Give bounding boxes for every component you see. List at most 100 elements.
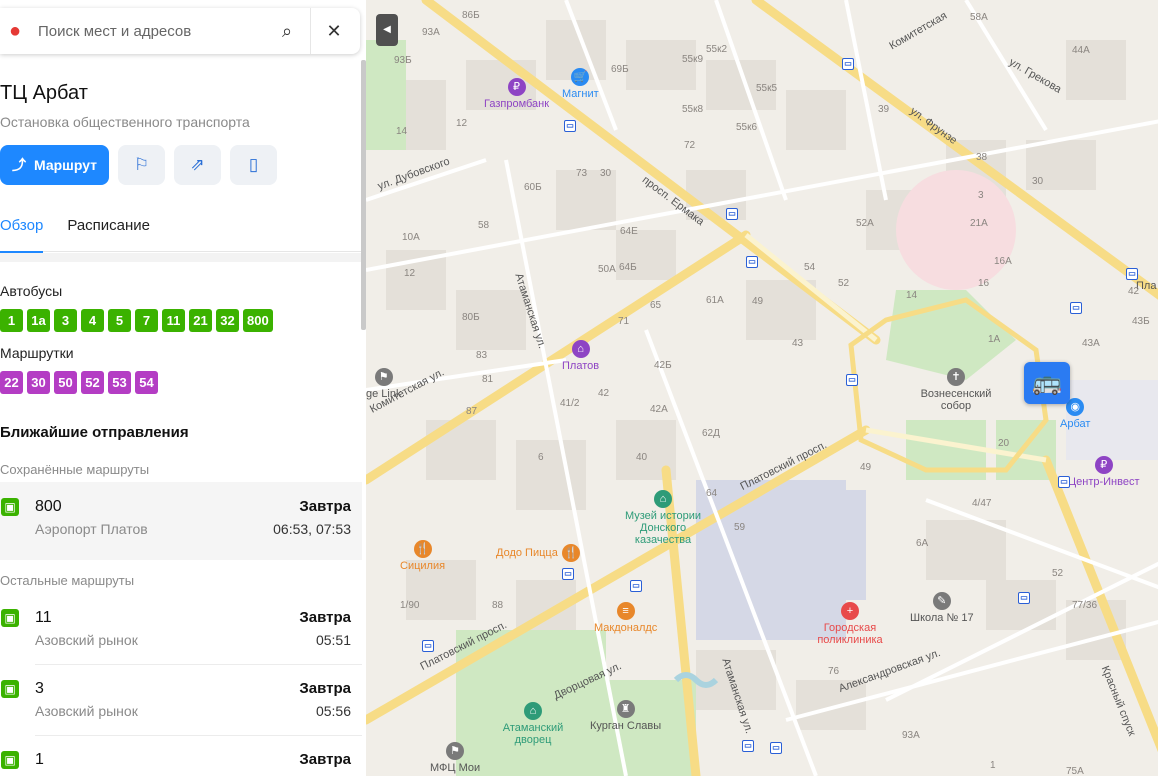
poi-museum[interactable]: ⌂ Музей истории Донского казачества bbox=[616, 490, 710, 546]
poi-centr-invest[interactable]: ₽ Центр-Инвест bbox=[1068, 456, 1140, 488]
buses-label: Автобусы bbox=[0, 283, 63, 299]
house-number: 14 bbox=[906, 290, 918, 301]
tab-overview[interactable]: Обзор bbox=[0, 214, 44, 253]
house-number: 44А bbox=[1072, 45, 1090, 56]
poi-magnit[interactable]: 🛒 Магнит bbox=[562, 68, 599, 100]
poi-sicilia[interactable]: 🍴 Сицилия bbox=[400, 540, 445, 572]
poi-platov[interactable]: ⌂ Платов bbox=[562, 340, 599, 372]
house-number: 1А bbox=[988, 334, 1001, 345]
house-number: 87 bbox=[466, 406, 478, 417]
route-chip[interactable]: 11 bbox=[162, 309, 185, 332]
poi-mfc[interactable]: ⚑ МФЦ Мои bbox=[430, 742, 480, 774]
location-pin-icon: ● bbox=[8, 19, 22, 42]
house-number: 12 bbox=[456, 118, 468, 129]
house-number: 20 bbox=[998, 438, 1010, 449]
house-number: 42Б bbox=[654, 360, 672, 371]
route-chip[interactable]: 21 bbox=[189, 309, 212, 332]
bus-stop-icon[interactable]: ▭ bbox=[746, 256, 758, 268]
departure-row[interactable]: ▣ 1 Завтра bbox=[0, 736, 362, 776]
house-number: 43А bbox=[1082, 338, 1100, 349]
route-button[interactable]: ⤴ Маршрут bbox=[0, 145, 110, 185]
poi-label: ge Link bbox=[366, 388, 402, 400]
bus-stop-icon[interactable]: ▭ bbox=[422, 640, 434, 652]
route-chip[interactable]: 7 bbox=[135, 309, 158, 332]
send-to-phone-button[interactable]: ▯ bbox=[230, 145, 278, 185]
share-button[interactable]: ⇗ bbox=[174, 145, 222, 185]
house-number: 80Б bbox=[462, 312, 480, 323]
departure-row[interactable]: ▣ 3 Азовский рынок Завтра 05:56 bbox=[0, 665, 362, 743]
poi-label: Музей истории Донского казачества bbox=[624, 510, 702, 546]
bus-stop-icon[interactable]: ▭ bbox=[846, 374, 858, 386]
section-divider bbox=[0, 253, 362, 262]
poi-label: Сицилия bbox=[400, 560, 446, 572]
route-button-label: Маршрут bbox=[34, 157, 98, 173]
bus-stop-icon[interactable]: ▭ bbox=[726, 208, 738, 220]
poi-link[interactable]: ⚑ ge Link bbox=[366, 368, 401, 400]
house-number: 55к8 bbox=[682, 104, 704, 115]
close-icon[interactable]: ✕ bbox=[319, 21, 349, 42]
bus-stop-icon[interactable]: ▭ bbox=[564, 120, 576, 132]
route-destination: Аэропорт Платов bbox=[35, 521, 148, 537]
poi-cathedral[interactable]: ✝ Вознесенский собор bbox=[916, 368, 996, 412]
poi-label: Магнит bbox=[562, 88, 599, 100]
house-number: 55к6 bbox=[736, 122, 758, 133]
bus-stop-icon[interactable]: ▭ bbox=[770, 742, 782, 754]
shop-icon: 🛒 bbox=[571, 68, 590, 86]
bus-stop-icon[interactable]: ▭ bbox=[1018, 592, 1030, 604]
bus-stop-icon[interactable]: ▭ bbox=[842, 58, 854, 70]
poi-clinic[interactable]: + Городская поликлиника bbox=[810, 602, 890, 646]
poi-label: Арбат bbox=[1060, 418, 1091, 430]
route-chip[interactable]: 5 bbox=[108, 309, 131, 332]
bus-stop-icon[interactable]: ▭ bbox=[742, 740, 754, 752]
bookmark-button[interactable]: ⚐ bbox=[118, 145, 166, 185]
search-icon[interactable]: ⌕ bbox=[272, 21, 302, 42]
selected-stop-marker-icon[interactable]: 🚌 bbox=[1024, 362, 1070, 404]
house-number: 50А bbox=[598, 264, 616, 275]
route-chip[interactable]: 800 bbox=[243, 309, 273, 332]
house-number: 49 bbox=[752, 296, 764, 307]
poi-label: Газпромбанк bbox=[484, 98, 550, 110]
house-number: 62Д bbox=[702, 428, 720, 439]
share-icon: ⇗ bbox=[190, 155, 205, 174]
poi-mcdonalds[interactable]: ≡ Макдоналдс bbox=[594, 602, 657, 634]
house-number: 30 bbox=[1032, 176, 1044, 187]
route-chip[interactable]: 54 bbox=[135, 371, 158, 394]
bus-stop-icon[interactable]: ▭ bbox=[1058, 476, 1070, 488]
route-chip[interactable]: 32 bbox=[216, 309, 239, 332]
search-input[interactable] bbox=[38, 22, 268, 40]
collapse-panel-button[interactable]: ◀ bbox=[376, 14, 398, 46]
house-number: 58А bbox=[970, 12, 988, 23]
house-number: 93А bbox=[422, 27, 440, 38]
bus-stop-icon[interactable]: ▭ bbox=[1126, 268, 1138, 280]
poi-dodo[interactable]: Додо Пицца 🍴 bbox=[496, 544, 580, 562]
route-chip[interactable]: 4 bbox=[81, 309, 104, 332]
route-chip[interactable]: 30 bbox=[27, 371, 50, 394]
search-divider bbox=[310, 8, 311, 54]
route-chip[interactable]: 22 bbox=[0, 371, 23, 394]
poi-ataman-palace[interactable]: ⌂ Атаманский дворец bbox=[498, 702, 568, 746]
church-icon: ✝ bbox=[947, 368, 965, 386]
house-number: 76 bbox=[828, 666, 840, 677]
poi-kurgan[interactable]: ♜ Курган Славы bbox=[590, 700, 661, 732]
route-chip[interactable]: 52 bbox=[81, 371, 104, 394]
route-chip[interactable]: 53 bbox=[108, 371, 131, 394]
poi-gazprombank[interactable]: ₽ Газпромбанк bbox=[484, 78, 549, 110]
house-number: 30 bbox=[600, 168, 612, 179]
house-number: 1/90 bbox=[400, 600, 420, 611]
route-chip[interactable]: 50 bbox=[54, 371, 77, 394]
bus-icon: ▣ bbox=[1, 609, 19, 627]
poi-school[interactable]: ✎ Школа № 17 bbox=[910, 592, 974, 624]
bus-stop-icon[interactable]: ▭ bbox=[562, 568, 574, 580]
panel-scrollbar[interactable] bbox=[361, 60, 366, 330]
route-chip[interactable]: 3 bbox=[54, 309, 77, 332]
departure-row[interactable]: ▣ 11 Азовский рынок Завтра 05:51 bbox=[0, 594, 362, 672]
route-chip[interactable]: 1 bbox=[0, 309, 23, 332]
house-number: 1 bbox=[990, 760, 996, 771]
departure-row[interactable]: ▣ 800 Аэропорт Платов Завтра 06:53, 07:5… bbox=[0, 482, 362, 560]
tab-schedule[interactable]: Расписание bbox=[67, 214, 150, 252]
route-chip[interactable]: 1а bbox=[27, 309, 50, 332]
bus-stop-icon[interactable]: ▭ bbox=[630, 580, 642, 592]
bus-icon: ▣ bbox=[1, 498, 19, 516]
house-number: 21А bbox=[970, 218, 988, 229]
bus-stop-icon[interactable]: ▭ bbox=[1070, 302, 1082, 314]
